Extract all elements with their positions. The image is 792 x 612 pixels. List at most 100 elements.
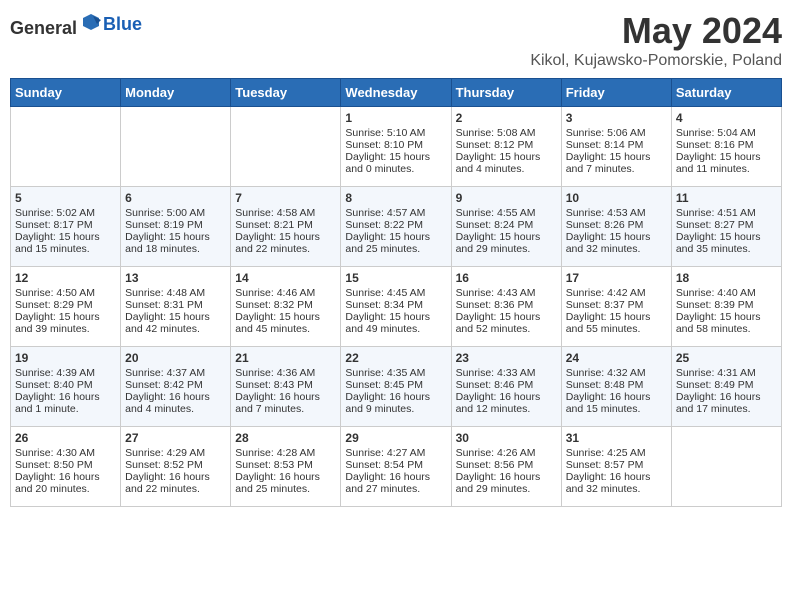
calendar-cell: 24Sunrise: 4:32 AMSunset: 8:48 PMDayligh… [561,347,671,427]
sunset-text: Sunset: 8:49 PM [676,379,777,391]
calendar-cell: 19Sunrise: 4:39 AMSunset: 8:40 PMDayligh… [11,347,121,427]
calendar-cell: 16Sunrise: 4:43 AMSunset: 8:36 PMDayligh… [451,267,561,347]
calendar-cell: 3Sunrise: 5:06 AMSunset: 8:14 PMDaylight… [561,107,671,187]
day-number: 2 [456,111,557,125]
sunset-text: Sunset: 8:40 PM [15,379,116,391]
calendar-table: SundayMondayTuesdayWednesdayThursdayFrid… [10,78,782,507]
daylight-text: Daylight: 15 hours and 11 minutes. [676,151,777,175]
sunrise-text: Sunrise: 4:42 AM [566,287,667,299]
sunrise-text: Sunrise: 4:40 AM [676,287,777,299]
sunrise-text: Sunrise: 4:32 AM [566,367,667,379]
sunset-text: Sunset: 8:16 PM [676,139,777,151]
sunrise-text: Sunrise: 4:55 AM [456,207,557,219]
calendar-cell: 27Sunrise: 4:29 AMSunset: 8:52 PMDayligh… [121,427,231,507]
sunrise-text: Sunrise: 4:25 AM [566,447,667,459]
sunset-text: Sunset: 8:56 PM [456,459,557,471]
title-block: May 2024 Kikol, Kujawsko-Pomorskie, Pola… [530,10,782,70]
sunrise-text: Sunrise: 4:37 AM [125,367,226,379]
day-number: 12 [15,271,116,285]
sunrise-text: Sunrise: 5:10 AM [345,127,446,139]
daylight-text: Daylight: 15 hours and 0 minutes. [345,151,446,175]
calendar-cell: 17Sunrise: 4:42 AMSunset: 8:37 PMDayligh… [561,267,671,347]
day-number: 15 [345,271,446,285]
daylight-text: Daylight: 15 hours and 35 minutes. [676,231,777,255]
day-number: 20 [125,351,226,365]
daylight-text: Daylight: 16 hours and 12 minutes. [456,391,557,415]
calendar-cell: 1Sunrise: 5:10 AMSunset: 8:10 PMDaylight… [341,107,451,187]
day-number: 24 [566,351,667,365]
sunset-text: Sunset: 8:37 PM [566,299,667,311]
sunset-text: Sunset: 8:12 PM [456,139,557,151]
sunset-text: Sunset: 8:27 PM [676,219,777,231]
daylight-text: Daylight: 15 hours and 32 minutes. [566,231,667,255]
calendar-cell [121,107,231,187]
calendar-cell: 2Sunrise: 5:08 AMSunset: 8:12 PMDaylight… [451,107,561,187]
sunrise-text: Sunrise: 4:53 AM [566,207,667,219]
sunset-text: Sunset: 8:43 PM [235,379,336,391]
sunset-text: Sunset: 8:31 PM [125,299,226,311]
calendar-cell: 30Sunrise: 4:26 AMSunset: 8:56 PMDayligh… [451,427,561,507]
calendar-cell: 8Sunrise: 4:57 AMSunset: 8:22 PMDaylight… [341,187,451,267]
calendar-cell: 26Sunrise: 4:30 AMSunset: 8:50 PMDayligh… [11,427,121,507]
sunset-text: Sunset: 8:46 PM [456,379,557,391]
day-number: 22 [345,351,446,365]
daylight-text: Daylight: 15 hours and 15 minutes. [15,231,116,255]
day-number: 7 [235,191,336,205]
calendar-week-row: 1Sunrise: 5:10 AMSunset: 8:10 PMDaylight… [11,107,782,187]
daylight-text: Daylight: 15 hours and 39 minutes. [15,311,116,335]
daylight-text: Daylight: 15 hours and 18 minutes. [125,231,226,255]
calendar-cell: 5Sunrise: 5:02 AMSunset: 8:17 PMDaylight… [11,187,121,267]
day-number: 8 [345,191,446,205]
daylight-text: Daylight: 16 hours and 4 minutes. [125,391,226,415]
daylight-text: Daylight: 15 hours and 4 minutes. [456,151,557,175]
sunset-text: Sunset: 8:32 PM [235,299,336,311]
day-header-monday: Monday [121,79,231,107]
daylight-text: Daylight: 15 hours and 29 minutes. [456,231,557,255]
logo-blue-text: Blue [103,14,142,34]
sunrise-text: Sunrise: 5:06 AM [566,127,667,139]
calendar-cell: 23Sunrise: 4:33 AMSunset: 8:46 PMDayligh… [451,347,561,427]
calendar-cell: 4 Sunrise: 5:04 AMSunset: 8:16 PMDaylight… [671,107,781,187]
daylight-text: Daylight: 15 hours and 49 minutes. [345,311,446,335]
daylight-text: Daylight: 16 hours and 25 minutes. [235,471,336,495]
sunrise-text: Sunrise: 4:29 AM [125,447,226,459]
calendar-cell: 22Sunrise: 4:35 AMSunset: 8:45 PMDayligh… [341,347,451,427]
day-number: 4 [676,111,777,125]
sunset-text: Sunset: 8:34 PM [345,299,446,311]
sunset-text: Sunset: 8:10 PM [345,139,446,151]
sunrise-text: Sunrise: 4:28 AM [235,447,336,459]
sunset-text: Sunset: 8:36 PM [456,299,557,311]
location-subtitle: Kikol, Kujawsko-Pomorskie, Poland [530,52,782,70]
calendar-week-row: 26Sunrise: 4:30 AMSunset: 8:50 PMDayligh… [11,427,782,507]
sunrise-text: Sunrise: 4:26 AM [456,447,557,459]
sunset-text: Sunset: 8:17 PM [15,219,116,231]
sunrise-text: Sunrise: 4:45 AM [345,287,446,299]
days-header-row: SundayMondayTuesdayWednesdayThursdayFrid… [11,79,782,107]
daylight-text: Daylight: 16 hours and 17 minutes. [676,391,777,415]
daylight-text: Daylight: 16 hours and 22 minutes. [125,471,226,495]
calendar-cell: 11Sunrise: 4:51 AMSunset: 8:27 PMDayligh… [671,187,781,267]
sunrise-text: Sunrise: 4:30 AM [15,447,116,459]
logo-icon [79,10,103,34]
sunset-text: Sunset: 8:39 PM [676,299,777,311]
calendar-cell [231,107,341,187]
day-number: 19 [15,351,116,365]
sunset-text: Sunset: 8:45 PM [345,379,446,391]
day-header-wednesday: Wednesday [341,79,451,107]
day-number: 13 [125,271,226,285]
calendar-cell: 28Sunrise: 4:28 AMSunset: 8:53 PMDayligh… [231,427,341,507]
day-number: 18 [676,271,777,285]
sunrise-text: Sunrise: 5:04 AM [676,127,777,139]
day-header-tuesday: Tuesday [231,79,341,107]
calendar-cell [11,107,121,187]
sunset-text: Sunset: 8:53 PM [235,459,336,471]
day-number: 23 [456,351,557,365]
daylight-text: Daylight: 15 hours and 22 minutes. [235,231,336,255]
daylight-text: Daylight: 15 hours and 42 minutes. [125,311,226,335]
sunrise-text: Sunrise: 4:58 AM [235,207,336,219]
daylight-text: Daylight: 15 hours and 45 minutes. [235,311,336,335]
day-number: 16 [456,271,557,285]
daylight-text: Daylight: 16 hours and 7 minutes. [235,391,336,415]
calendar-cell: 9Sunrise: 4:55 AMSunset: 8:24 PMDaylight… [451,187,561,267]
day-number: 9 [456,191,557,205]
